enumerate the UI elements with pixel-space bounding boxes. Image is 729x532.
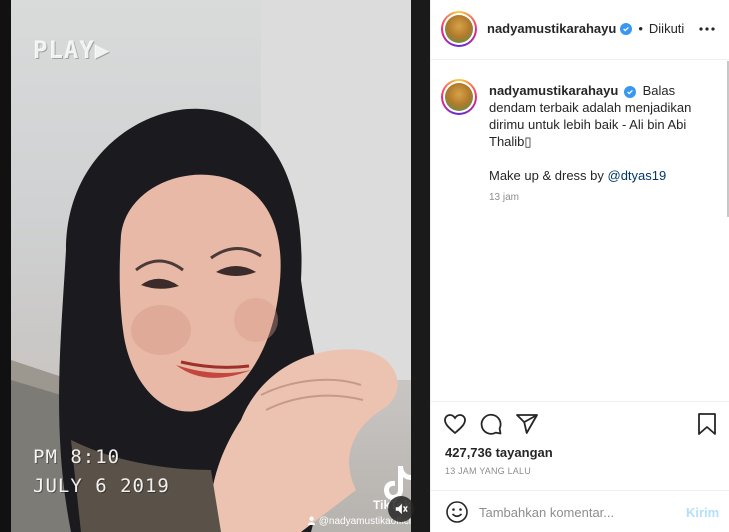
verified-badge-icon — [623, 86, 636, 98]
bookmark-icon[interactable] — [695, 412, 719, 436]
caption-text: nadyamustikarahayu Balas dendam terbaik … — [489, 82, 717, 184]
vhs-play-label: PLAY▶ — [33, 36, 111, 64]
vhs-time-label: PM 8:10 — [33, 446, 121, 468]
caption-avatar[interactable] — [441, 79, 477, 115]
separator-dot: • — [638, 21, 643, 36]
post-comment-button[interactable]: Kirim — [686, 505, 719, 520]
post-details-panel: nadyamustikarahayu • Diikuti nadyamustik… — [430, 0, 729, 532]
caption-credits-text: Make up & dress by — [489, 168, 608, 183]
verified-badge-icon — [620, 22, 633, 35]
comment-icon[interactable] — [479, 412, 503, 436]
post-media[interactable]: PLAY▶ PM 8:10 JULY 6 2019 TikTok @nadyam… — [0, 0, 430, 532]
video-border-right — [411, 0, 430, 532]
header-user-row: nadyamustikarahayu • Diikuti — [487, 21, 684, 36]
caption-section: nadyamustikarahayu Balas dendam terbaik … — [431, 61, 729, 401]
user-icon — [307, 516, 316, 525]
comment-input[interactable] — [479, 499, 669, 525]
more-horizontal-icon — [699, 27, 715, 31]
post-timestamp[interactable]: 13 JAM YANG LALU — [445, 466, 531, 476]
avatar[interactable] — [441, 11, 477, 47]
video-player[interactable]: PLAY▶ PM 8:10 JULY 6 2019 TikTok @nadyam… — [11, 0, 411, 532]
emoji-icon[interactable] — [445, 500, 469, 524]
share-icon[interactable] — [515, 412, 539, 436]
heart-icon[interactable] — [443, 412, 467, 436]
view-count[interactable]: 427,736 tayangan — [445, 445, 553, 460]
caption-username-link[interactable]: nadyamustikarahayu — [489, 83, 618, 98]
comment-form: Kirim — [431, 490, 729, 532]
more-options-button[interactable] — [698, 20, 716, 38]
post-header: nadyamustikarahayu • Diikuti — [431, 0, 729, 60]
caption-age: 13 jam — [489, 192, 520, 203]
header-username-link[interactable]: nadyamustikarahayu — [487, 21, 616, 36]
speaker-muted-icon — [395, 503, 408, 515]
vhs-date-label: JULY 6 2019 — [33, 475, 170, 497]
caption-credits: Make up & dress by @dtyas19 — [489, 167, 717, 184]
mention-link[interactable]: @dtyas19 — [608, 168, 667, 183]
video-border-left — [0, 0, 11, 532]
following-button[interactable]: Diikuti — [649, 21, 684, 36]
actions-section: 427,736 tayangan 13 JAM YANG LALU Kirim — [431, 401, 729, 531]
mute-button[interactable] — [388, 496, 414, 522]
